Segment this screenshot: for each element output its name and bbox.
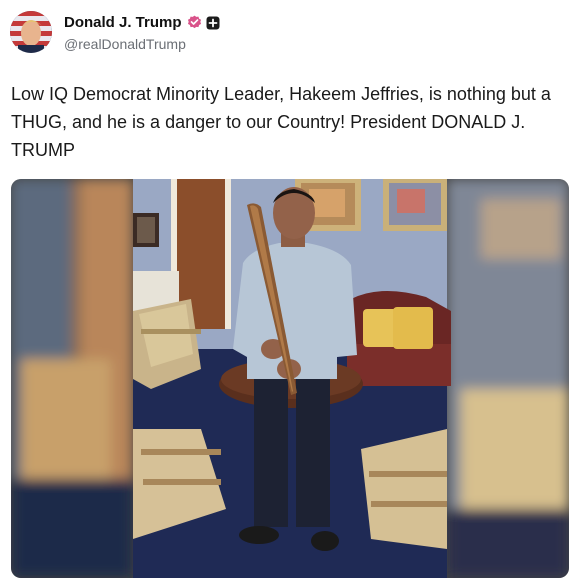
author-handle[interactable]: @realDonaldTrump	[64, 36, 220, 52]
author-info: Donald J. Trump @realDonaldTrump	[64, 13, 220, 52]
verified-badge-icon	[187, 15, 202, 30]
avatar-image	[10, 11, 52, 53]
photo-center	[133, 179, 451, 578]
post-photo	[11, 179, 569, 578]
post-header: Donald J. Trump @realDonaldTrump	[10, 10, 570, 54]
author-name-row: Donald J. Trump	[64, 13, 220, 33]
plus-badge-icon	[206, 16, 220, 30]
avatar[interactable]	[10, 11, 52, 53]
post-media[interactable]	[11, 179, 569, 578]
post-text: Low IQ Democrat Minority Leader, Hakeem …	[11, 84, 551, 160]
author-name[interactable]: Donald J. Trump	[64, 14, 182, 31]
